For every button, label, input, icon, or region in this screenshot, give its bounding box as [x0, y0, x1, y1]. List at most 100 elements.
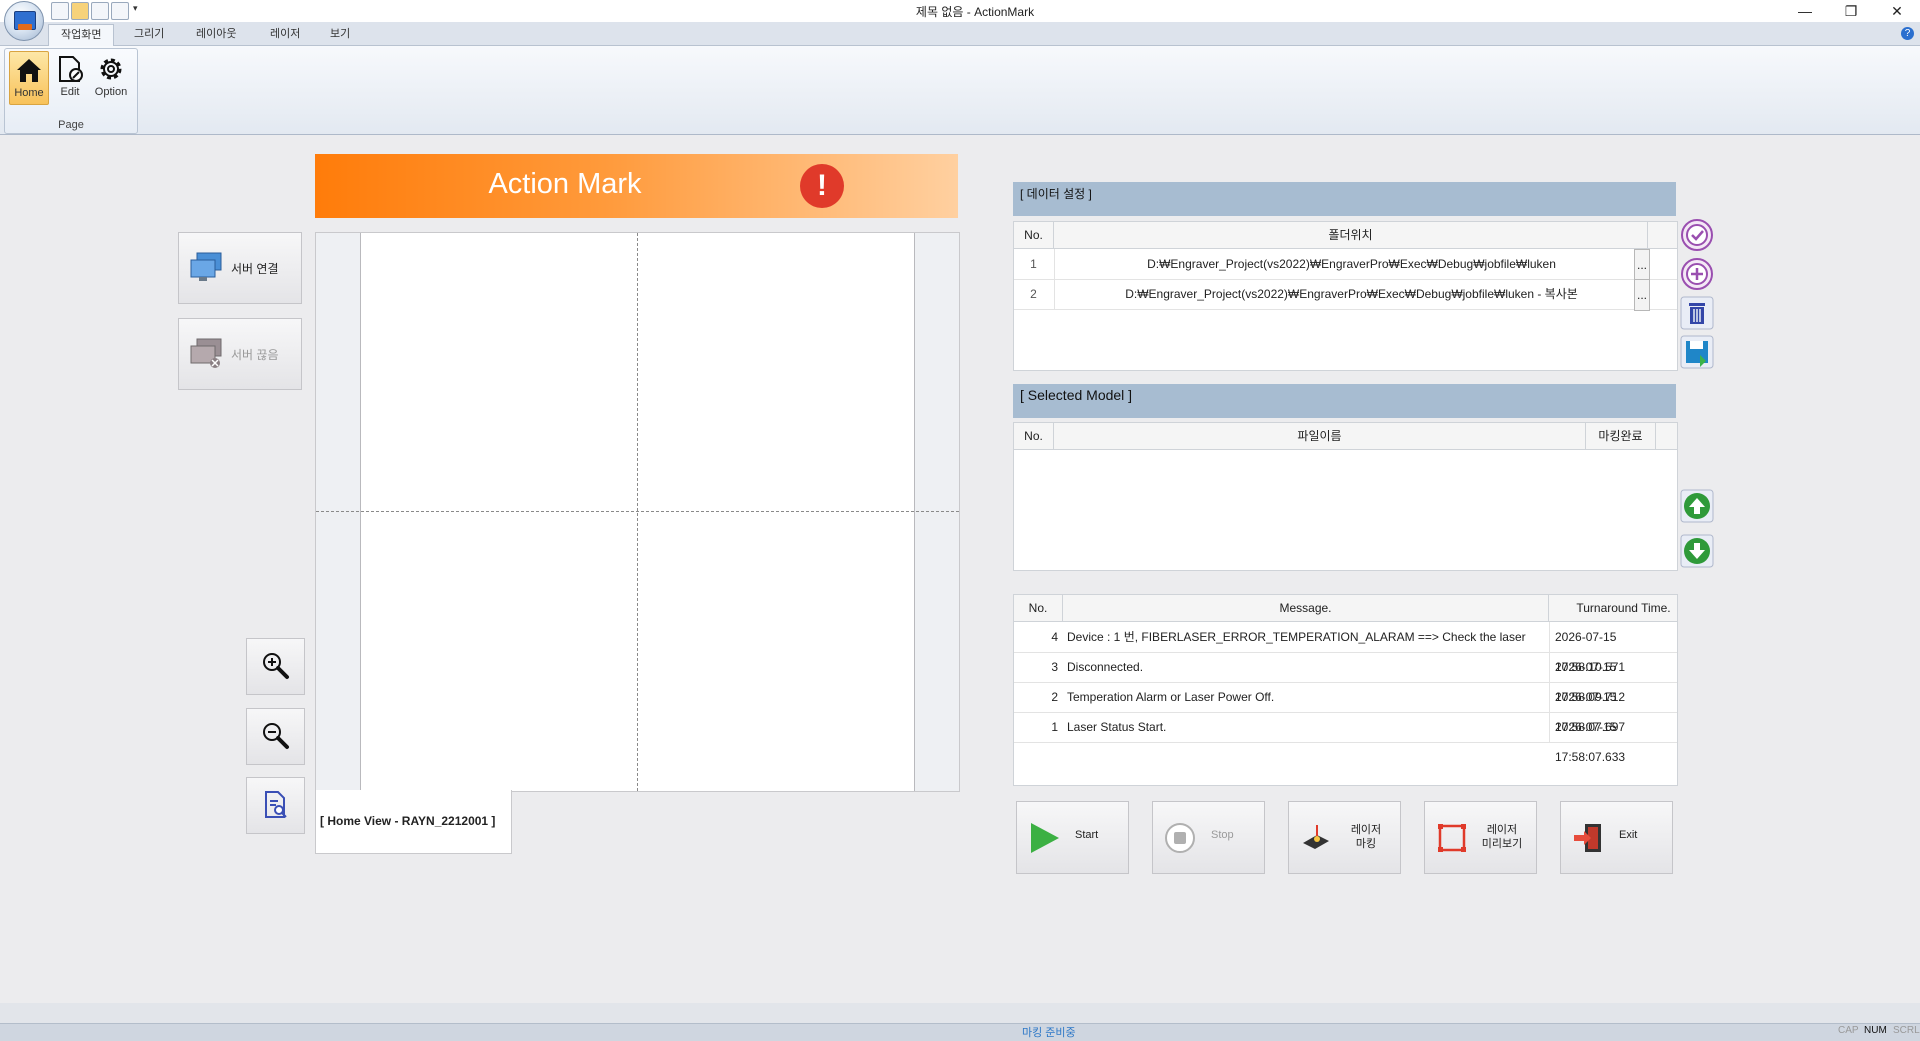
exit-label: Exit: [1619, 829, 1638, 841]
log-time: 2026-07-15 17:58:10.571: [1549, 622, 1682, 674]
message-log-grid: No. Message. Turnaround Time. 4 Device :…: [1013, 594, 1678, 786]
folder-path-cell[interactable]: D:₩Engraver_Project(vs2022)₩EngraverPro₩…: [1054, 279, 1648, 309]
table-row[interactable]: 2 D:₩Engraver_Project(vs2022)₩EngraverPr…: [1014, 279, 1677, 311]
zoom-out-button[interactable]: [246, 708, 305, 765]
laser-marking-icon: [1303, 825, 1329, 849]
server-disconnect-button[interactable]: 서버 끊음: [178, 318, 302, 390]
log-message: Device : 1 번, FIBERLASER_ERROR_TEMPERATI…: [1067, 630, 1526, 644]
stop-icon: [1165, 823, 1195, 853]
save-icon[interactable]: [1680, 335, 1714, 369]
tab-work-screen[interactable]: 작업화면: [48, 24, 115, 46]
home-button[interactable]: Home: [9, 51, 49, 105]
window-title: 제목 없음 - ActionMark: [915, 5, 1035, 19]
column-header-no[interactable]: No.: [1014, 222, 1054, 248]
help-icon[interactable]: ?: [1901, 27, 1914, 40]
option-button[interactable]: Option: [92, 51, 130, 103]
application-menu-button[interactable]: [4, 1, 44, 41]
column-header-message[interactable]: Message.: [1063, 595, 1549, 621]
move-down-icon[interactable]: [1680, 534, 1714, 568]
home-icon: [17, 59, 41, 82]
status-bar: [0, 1003, 1920, 1041]
server-connect-button[interactable]: 서버 연결: [178, 232, 302, 304]
add-circle-icon[interactable]: [1680, 257, 1714, 291]
log-no: 4: [1051, 630, 1058, 644]
browse-folder-button[interactable]: ...: [1634, 279, 1650, 311]
log-time: 2026-07-15 17:58:09.712: [1549, 652, 1682, 704]
start-label: Start: [1075, 829, 1099, 841]
close-button[interactable]: ✕: [1874, 0, 1920, 22]
tab-view[interactable]: 보기: [318, 24, 362, 45]
canvas-horizontal-center-line: [316, 511, 959, 512]
exit-button[interactable]: Exit: [1560, 801, 1673, 874]
tab-draw[interactable]: 그리기: [122, 24, 176, 45]
option-button-label: Option: [94, 86, 128, 98]
laser-marking-label: 레이저 마킹: [1350, 824, 1382, 850]
alert-icon[interactable]: !: [800, 164, 844, 208]
grid-header: No. 파일이름 마킹완료: [1014, 423, 1677, 450]
canvas-vertical-center-line: [637, 233, 638, 791]
scroll-lock-indicator: SCRL: [1893, 1025, 1920, 1036]
row-no: 1: [1030, 257, 1037, 271]
column-header-no[interactable]: No.: [1014, 423, 1054, 449]
header-title: Action Mark: [488, 168, 642, 200]
data-settings-grid: No. 폴더위치 1 D:₩Engraver_Project(vs2022)₩E…: [1013, 221, 1678, 371]
log-no: 2: [1051, 690, 1058, 704]
zoom-in-icon: [263, 653, 289, 679]
move-up-icon[interactable]: [1680, 489, 1714, 523]
exit-door-icon: [1574, 824, 1601, 852]
home-button-label: Home: [14, 87, 44, 99]
home-view-tab[interactable]: [ Home View - RAYN_2212001 ]: [315, 790, 512, 854]
start-button[interactable]: Start: [1016, 801, 1129, 874]
gear-icon: [100, 58, 122, 80]
laser-preview-button[interactable]: 레이저 미리보기: [1424, 801, 1537, 874]
browse-folder-button[interactable]: ...: [1634, 249, 1650, 281]
check-circle-icon[interactable]: [1680, 218, 1714, 252]
document-search-icon: [265, 791, 287, 818]
ribbon-group-label: Page: [58, 119, 84, 131]
trash-icon[interactable]: [1680, 296, 1714, 330]
log-row[interactable]: 2 Temperation Alarm or Laser Power Off. …: [1014, 682, 1677, 734]
laser-preview-icon: [1438, 824, 1466, 852]
folder-path-cell[interactable]: D:₩Engraver_Project(vs2022)₩EngraverPro₩…: [1054, 249, 1648, 279]
minimize-button[interactable]: —: [1782, 0, 1828, 22]
row-no: 2: [1030, 287, 1037, 301]
ribbon-body: [0, 46, 1920, 135]
action-mark-header: Action Mark !: [315, 154, 958, 218]
log-row[interactable]: 1 Laser Status Start. 2026-07-15 17:58:0…: [1014, 712, 1677, 764]
home-view-label: [ Home View - RAYN_2212001 ]: [320, 814, 496, 828]
canvas-right-margin: [914, 233, 959, 791]
column-header-marking-done[interactable]: 마킹완료: [1586, 423, 1656, 449]
restore-button[interactable]: ❐: [1828, 0, 1874, 22]
laser-marking-button[interactable]: 레이저 마킹: [1288, 801, 1401, 874]
play-icon: [1031, 823, 1059, 853]
fit-page-button[interactable]: [246, 777, 305, 834]
data-settings-title: [ 데이터 설정 ]: [1020, 187, 1092, 201]
table-row[interactable]: 1 D:₩Engraver_Project(vs2022)₩EngraverPr…: [1014, 249, 1677, 281]
log-row[interactable]: 3 Disconnected. 2026-07-15 17:58:09.712: [1014, 652, 1677, 704]
selected-model-title: [ Selected Model ]: [1020, 387, 1133, 403]
server-connect-label: 서버 연결: [231, 262, 279, 276]
column-header-time[interactable]: Turnaround Time.: [1549, 595, 1698, 621]
grid-header: No. Message. Turnaround Time.: [1014, 595, 1677, 622]
caps-lock-indicator: CAP: [1838, 1025, 1859, 1036]
canvas-left-margin: [316, 233, 361, 791]
log-no: 3: [1051, 660, 1058, 674]
monitor-disconnect-icon: [190, 338, 222, 368]
log-row[interactable]: 4 Device : 1 번, FIBERLASER_ERROR_TEMPERA…: [1014, 622, 1677, 674]
log-message: Laser Status Start.: [1067, 720, 1167, 734]
marking-canvas[interactable]: [315, 232, 960, 792]
edit-button[interactable]: Edit: [51, 51, 89, 103]
stop-button[interactable]: Stop: [1152, 801, 1265, 874]
laser-preview-label: 레이저 미리보기: [1481, 824, 1523, 850]
server-disconnect-label: 서버 끊음: [231, 348, 279, 362]
log-time: 2026-07-15 17:58:07.697: [1549, 682, 1682, 734]
column-header-no[interactable]: No.: [1014, 595, 1063, 621]
selected-model-grid: No. 파일이름 마킹완료: [1013, 422, 1678, 571]
stop-label: Stop: [1211, 829, 1234, 841]
column-header-filename[interactable]: 파일이름: [1054, 423, 1586, 449]
log-message: Disconnected.: [1067, 660, 1144, 674]
column-header-folder[interactable]: 폴더위치: [1054, 222, 1648, 248]
tab-laser[interactable]: 레이저: [258, 24, 312, 45]
tab-layout[interactable]: 레이아웃: [184, 24, 248, 45]
zoom-in-button[interactable]: [246, 638, 305, 695]
